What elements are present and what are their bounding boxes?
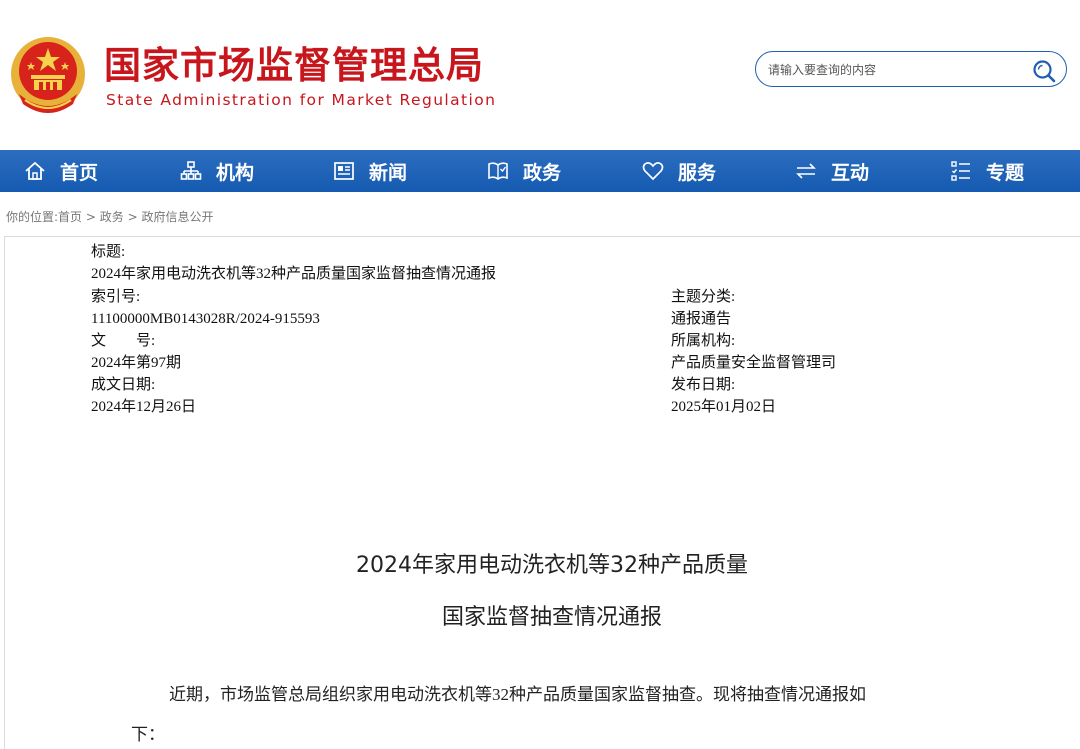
org-chart-icon <box>180 161 202 180</box>
newspaper-icon <box>334 162 354 180</box>
nav-item-news[interactable]: 新闻 <box>333 150 407 192</box>
breadcrumb-home-link[interactable]: 首页 <box>58 210 82 224</box>
publish-date-value: 2025年01月02日 <box>671 399 777 415</box>
topic-list-icon <box>951 161 970 181</box>
article-paragraph-line-1: 近期，市场监管总局组织家用电动洗衣机等32种产品质量国家监督抽查。现将抽查情况通… <box>169 685 866 704</box>
article-title-line-1: 2024年家用电动洗衣机等32种产品质量 <box>356 553 748 578</box>
search-input[interactable] <box>768 60 1018 80</box>
nav-item-topics[interactable]: 专题 <box>950 150 1024 192</box>
title-label: 标题: <box>91 244 126 260</box>
document-number-label: 文 号: <box>91 333 156 349</box>
national-emblem-icon <box>11 37 85 113</box>
nav-label: 首页 <box>60 161 99 184</box>
breadcrumb: 你的位置:首页 > 政务 > 政府信息公开 <box>6 208 214 225</box>
nav-label: 政务 <box>523 161 562 184</box>
site-logo-english: State Administration for Market Regulati… <box>106 91 497 109</box>
breadcrumb-separator: > <box>127 210 138 224</box>
document-info-table: 标题: 2024年家用电动洗衣机等32种产品质量国家监督抽查情况通报 索引号: … <box>4 236 1080 418</box>
exchange-icon <box>796 163 816 179</box>
publish-date-label: 发布日期: <box>671 377 736 393</box>
search-box <box>755 51 1067 87</box>
article-body: 2024年家用电动洗衣机等32种产品质量 国家监督抽查情况通报 近期，市场监管总… <box>4 417 1080 749</box>
written-date-label: 成文日期: <box>91 377 156 393</box>
breadcrumb-disclosure-link[interactable]: 政府信息公开 <box>142 210 214 224</box>
breadcrumb-prefix: 你的位置: <box>6 210 59 224</box>
article-paragraph-line-2: 下： <box>131 725 165 744</box>
nav-item-interaction[interactable]: 互动 <box>795 150 869 192</box>
topic-category-value: 通报通告 <box>671 311 732 327</box>
index-number-label: 索引号: <box>91 289 141 305</box>
article-title-line-2: 国家监督抽查情况通报 <box>441 605 662 630</box>
nav-label: 服务 <box>678 161 717 184</box>
issuing-org-value: 产品质量安全监督管理司 <box>671 355 837 371</box>
title-value: 2024年家用电动洗衣机等32种产品质量国家监督抽查情况通报 <box>91 266 497 282</box>
breadcrumb-separator: > <box>85 210 96 224</box>
index-number-value: 11100000MB0143028R/2024-915593 <box>91 311 320 327</box>
main-nav: 首页 机构 新闻 政务 服务 互动 专题 <box>0 150 1080 192</box>
nav-item-org[interactable]: 机构 <box>180 150 254 192</box>
issuing-org-label: 所属机构: <box>671 333 736 349</box>
site-logo-chinese[interactable]: 国家市场监督管理总局 <box>104 42 484 90</box>
nav-item-affairs[interactable]: 政务 <box>487 150 561 192</box>
heart-icon <box>642 162 664 181</box>
topic-category-label: 主题分类: <box>671 289 736 305</box>
nav-label: 互动 <box>831 161 870 184</box>
nav-label: 新闻 <box>369 161 408 184</box>
written-date-value: 2024年12月26日 <box>91 399 197 415</box>
site-header: 国家市场监督管理总局 State Administration for Mark… <box>0 0 1080 150</box>
nav-label: 机构 <box>216 161 255 184</box>
breadcrumb-affairs-link[interactable]: 政务 <box>100 210 124 224</box>
nav-label: 专题 <box>986 161 1025 184</box>
nav-item-services[interactable]: 服务 <box>642 150 716 192</box>
book-icon <box>488 162 508 180</box>
search-icon[interactable] <box>1032 59 1056 83</box>
document-number-value: 2024年第97期 <box>91 355 182 371</box>
home-icon <box>25 161 45 180</box>
nav-item-home[interactable]: 首页 <box>24 150 98 192</box>
